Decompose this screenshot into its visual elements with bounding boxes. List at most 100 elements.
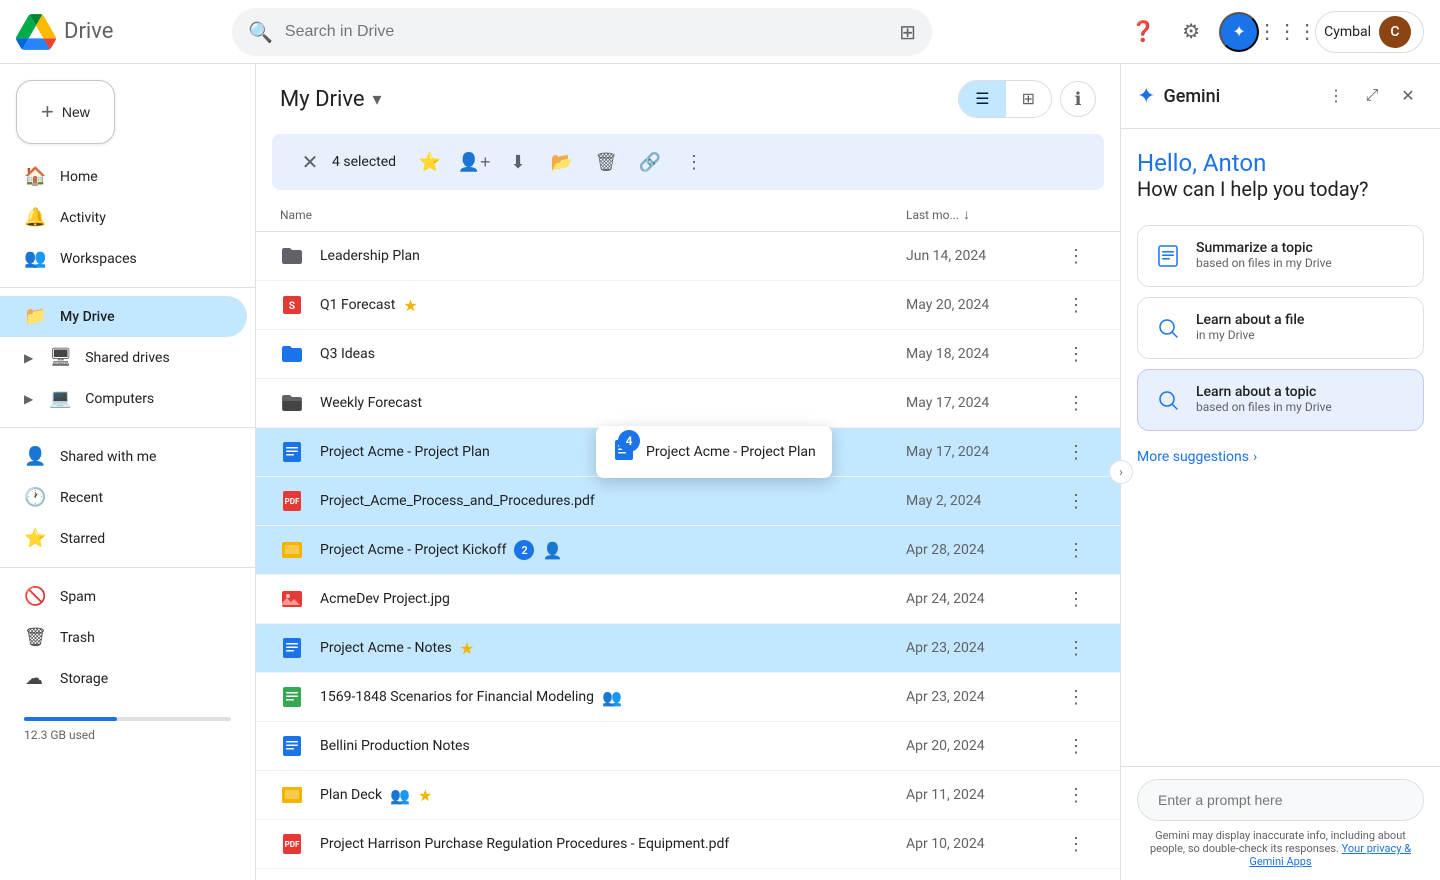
file-name: Leadership Plan <box>320 248 906 264</box>
drive-title-dropdown-icon[interactable]: ▾ <box>373 89 382 110</box>
move-selected-button[interactable]: 📂 <box>544 144 580 180</box>
list-view-button[interactable]: ☰ <box>959 81 1005 117</box>
account-button[interactable]: Cymbal C <box>1315 11 1424 53</box>
link-selected-button[interactable]: 🔗 <box>632 144 668 180</box>
suggestion-sub-2: in my Drive <box>1196 328 1304 342</box>
sidebar-item-spam[interactable]: 🚫 Spam <box>0 576 247 617</box>
table-row[interactable]: Weekly Forecast May 17, 2024 ⋮ <box>256 379 1120 428</box>
gemini-more-button[interactable]: ⋮ <box>1320 80 1352 112</box>
gemini-icon-button[interactable]: ✦ <box>1219 12 1259 52</box>
gear-icon: ⚙ <box>1182 19 1200 44</box>
new-button[interactable]: + New <box>16 80 115 144</box>
file-menu-button[interactable]: ⋮ <box>1060 730 1092 762</box>
file-menu-button[interactable]: ⋮ <box>1060 583 1092 615</box>
sidebar-item-shared-with-me[interactable]: 👤 Shared with me <box>0 436 247 477</box>
more-suggestions-link[interactable]: More suggestions › <box>1137 441 1424 473</box>
sidebar-item-starred[interactable]: ⭐ Starred <box>0 518 247 559</box>
table-row[interactable]: Plan Deck 👥 ★ Apr 11, 2024 ⋮ <box>256 771 1120 820</box>
app-logo[interactable]: Drive <box>16 12 216 52</box>
new-button-label: New <box>62 104 90 120</box>
shared-drives-icon: 🖥 <box>49 347 69 368</box>
gemini-star-icon: ✦ <box>1232 22 1245 42</box>
selection-close-button[interactable]: ✕ <box>296 148 324 176</box>
gemini-suggestion-learn-file[interactable]: Learn about a file in my Drive <box>1137 297 1424 359</box>
gemini-suggestion-summarize[interactable]: Summarize a topic based on files in my D… <box>1137 225 1424 287</box>
sidebar-item-recent[interactable]: 🕐 Recent <box>0 477 247 518</box>
file-menu: ⋮ <box>1056 583 1096 615</box>
sidebar-item-activity[interactable]: 🔔 Activity <box>0 197 247 238</box>
column-modified[interactable]: Last mo... ↓ <box>906 206 1056 223</box>
sidebar-item-storage[interactable]: ☁ Storage <box>0 658 247 699</box>
table-row[interactable]: Project Acme - Project Plan May 17, 2024… <box>256 428 1120 477</box>
file-menu: ⋮ <box>1056 828 1096 860</box>
file-menu: ⋮ <box>1056 534 1096 566</box>
file-name: Weekly Forecast <box>320 395 906 411</box>
file-date: May 2, 2024 <box>906 493 1056 509</box>
settings-icon-button[interactable]: ⚙ <box>1171 12 1211 52</box>
file-popup: 4 Project Acme - Project Plan <box>596 426 832 478</box>
table-row[interactable]: S Q1 Forecast ★ May 20, 2024 ⋮ <box>256 281 1120 330</box>
table-row[interactable]: Q3 Ideas May 18, 2024 ⋮ <box>256 330 1120 379</box>
more-selected-button[interactable]: ⋮ <box>676 144 712 180</box>
search-input[interactable] <box>285 23 887 41</box>
gemini-star-icon-2: ✦ <box>1137 84 1155 109</box>
gemini-body: Hello, Anton How can I help you today? S… <box>1121 129 1440 766</box>
suggestion-search-icon <box>1152 312 1184 344</box>
file-menu-button[interactable]: ⋮ <box>1060 632 1092 664</box>
file-menu-button[interactable]: ⋮ <box>1060 338 1092 370</box>
gemini-suggestion-learn-topic[interactable]: Learn about a topic based on files in my… <box>1137 369 1424 431</box>
file-menu: ⋮ <box>1056 730 1096 762</box>
tune-icon[interactable]: ⊞ <box>899 20 916 44</box>
drive-logo-icon <box>16 12 56 52</box>
grid-view-button[interactable]: ⊞ <box>1006 81 1051 117</box>
sidebar-label-activity: Activity <box>60 210 106 226</box>
table-row[interactable]: Bellini Production Notes Apr 20, 2024 ⋮ <box>256 722 1120 771</box>
gemini-close-button[interactable]: ✕ <box>1392 80 1424 112</box>
delete-selected-button[interactable]: 🗑 <box>588 144 624 180</box>
sidebar-label-spam: Spam <box>60 589 96 605</box>
sidebar-item-home[interactable]: 🏠 Home <box>0 156 247 197</box>
table-row[interactable]: 1569-1848 Scenarios for Financial Modeli… <box>256 673 1120 722</box>
star-selected-button[interactable]: ⭐ <box>412 144 448 180</box>
sidebar-item-computers[interactable]: ▶ 💻 Computers <box>0 378 247 419</box>
shared-with-me-icon: 👤 <box>24 446 44 467</box>
gemini-prompt-input[interactable] <box>1137 779 1424 821</box>
table-row[interactable]: Leadership Plan Jun 14, 2024 ⋮ <box>256 232 1120 281</box>
file-menu-button[interactable]: ⋮ <box>1060 240 1092 272</box>
file-menu-button[interactable]: ⋮ <box>1060 681 1092 713</box>
table-row[interactable]: PDF Project_Acme_Process_and_Procedures.… <box>256 477 1120 526</box>
sidebar-item-my-drive[interactable]: 📁 My Drive <box>0 296 247 337</box>
file-menu-button[interactable]: ⋮ <box>1060 534 1092 566</box>
file-menu-button[interactable]: ⋮ <box>1060 779 1092 811</box>
share-selected-button[interactable]: 👤+ <box>456 144 492 180</box>
file-menu-button[interactable]: ⋮ <box>1060 828 1092 860</box>
download-selected-button[interactable]: ⬇ <box>500 144 536 180</box>
file-menu-button[interactable]: ⋮ <box>1060 387 1092 419</box>
gemini-expand-button[interactable]: ⤢ <box>1356 80 1388 112</box>
apps-grid-icon-button[interactable]: ⋮⋮⋮ <box>1267 12 1307 52</box>
drive-title[interactable]: My Drive ▾ <box>280 87 382 112</box>
shared-icon-3: 👥 <box>390 786 410 805</box>
suggestion-text-summarize: Summarize a topic based on files in my D… <box>1196 240 1332 270</box>
sidebar-item-workspaces[interactable]: 👥 Workspaces <box>0 238 247 279</box>
table-row[interactable]: Project Acme - Project Kickoff 2 👤 Apr 2… <box>256 526 1120 575</box>
file-menu-button[interactable]: ⋮ <box>1060 436 1092 468</box>
sidebar-item-shared-drives[interactable]: ▶ 🖥 Shared drives <box>0 337 247 378</box>
table-row[interactable]: Project Acme - Notes ★ Apr 23, 2024 ⋮ <box>256 624 1120 673</box>
file-icon-sheet-green <box>280 685 304 709</box>
support-icon-button[interactable]: ❓ <box>1123 12 1163 52</box>
file-menu-button[interactable]: ⋮ <box>1060 289 1092 321</box>
computers-icon: 💻 <box>49 388 69 409</box>
sidebar-divider-2 <box>0 427 255 428</box>
file-date: May 17, 2024 <box>906 444 1056 460</box>
file-icon-sheet: S <box>280 293 304 317</box>
popup-text: Project Acme - Project Plan <box>646 444 816 460</box>
table-row[interactable]: PDF Project Harrison Purchase Regulation… <box>256 820 1120 869</box>
gemini-panel-resize-handle[interactable]: › <box>1109 460 1133 484</box>
sidebar-item-trash[interactable]: 🗑 Trash <box>0 617 247 658</box>
search-bar[interactable]: 🔍 ⊞ <box>232 8 932 56</box>
file-name: 1569-1848 Scenarios for Financial Modeli… <box>320 688 906 707</box>
info-button[interactable]: ℹ <box>1060 81 1096 117</box>
table-row[interactable]: AcmeDev Project.jpg Apr 24, 2024 ⋮ <box>256 575 1120 624</box>
file-menu-button[interactable]: ⋮ <box>1060 485 1092 517</box>
